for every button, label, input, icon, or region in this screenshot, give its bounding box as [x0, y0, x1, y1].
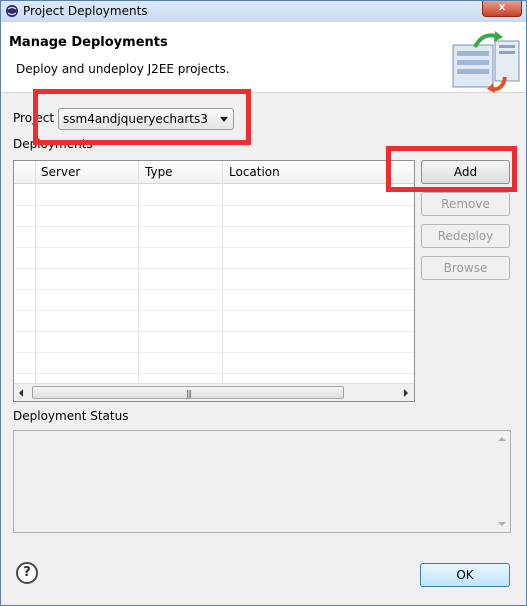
grip-icon: |||: [186, 389, 192, 398]
remove-button[interactable]: Remove: [421, 192, 510, 216]
horizontal-scrollbar[interactable]: |||: [14, 383, 414, 401]
scroll-left-icon[interactable]: [19, 389, 23, 397]
highlight-box-project: [33, 89, 251, 145]
column-header-server[interactable]: Server: [41, 165, 80, 179]
scroll-right-icon[interactable]: [404, 389, 408, 397]
table-row[interactable]: [14, 310, 414, 311]
header-title: Manage Deployments: [9, 35, 168, 50]
deployments-table[interactable]: Server Type Location |||: [13, 160, 415, 402]
table-row[interactable]: [14, 373, 414, 374]
table-row[interactable]: [14, 226, 414, 227]
scroll-down-icon[interactable]: [498, 522, 506, 526]
ok-button[interactable]: OK: [420, 563, 510, 587]
vertical-scrollbar[interactable]: [493, 431, 510, 532]
close-button[interactable]: x: [482, 1, 522, 17]
help-icon[interactable]: ?: [16, 562, 38, 584]
dialog-header: Manage Deployments Deploy and undeploy J…: [1, 22, 526, 93]
project-deployments-dialog: Project Deployments x Manage Deployments…: [0, 0, 527, 606]
table-row[interactable]: [14, 205, 414, 206]
redeploy-button[interactable]: Redeploy: [421, 224, 510, 248]
table-row[interactable]: [14, 352, 414, 353]
scroll-up-icon[interactable]: [498, 437, 506, 441]
scrollbar-thumb[interactable]: |||: [32, 386, 344, 399]
browse-button[interactable]: Browse: [421, 256, 510, 280]
table-row[interactable]: [14, 247, 414, 248]
column-divider: [35, 161, 36, 382]
column-header-location[interactable]: Location: [229, 165, 280, 179]
window-title: Project Deployments: [23, 4, 148, 18]
column-header-type[interactable]: Type: [145, 165, 173, 179]
table-row[interactable]: [14, 289, 414, 290]
table-header: Server Type Location: [14, 161, 414, 184]
header-description: Deploy and undeploy J2EE projects.: [16, 62, 230, 76]
deploy-wizard-icon: [452, 31, 520, 93]
column-divider: [138, 161, 139, 382]
app-icon: [6, 5, 18, 17]
table-row[interactable]: [14, 331, 414, 332]
table-row[interactable]: [14, 268, 414, 269]
deployment-status-label: Deployment Status: [13, 409, 129, 423]
title-bar[interactable]: Project Deployments x: [1, 1, 526, 22]
highlight-box-add: [386, 146, 517, 192]
deployment-status-text: [13, 430, 511, 533]
column-divider: [222, 161, 223, 382]
